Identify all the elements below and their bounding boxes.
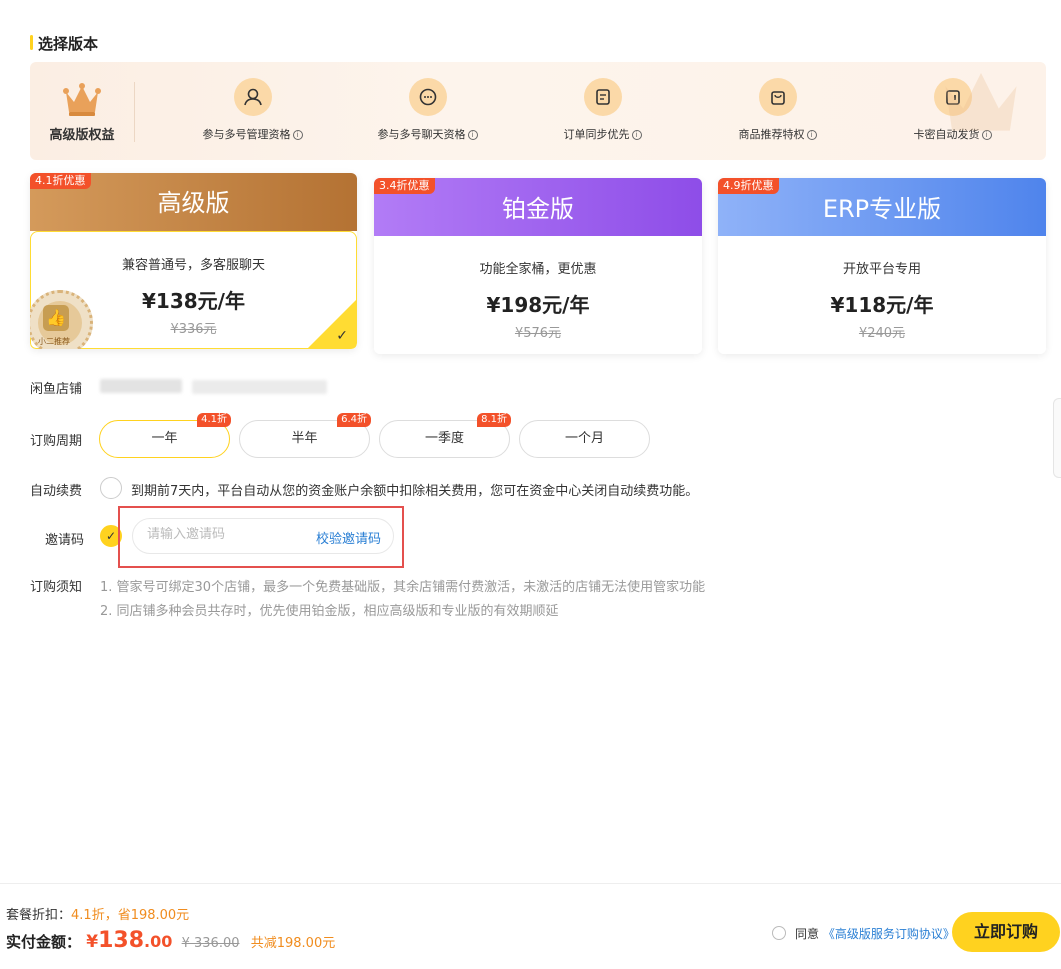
store-label: 闲鱼店铺 — [30, 382, 83, 397]
info-icon[interactable]: i — [467, 130, 478, 140]
store-id-redacted — [192, 380, 327, 394]
notice-line: 1. 管家号可绑定30个店铺，最多一个免费基础版，其余店铺需付费激活，未激活的店… — [100, 580, 706, 595]
plan-price: ¥118元/年 — [830, 293, 934, 317]
benefit-label: 商品推荐特权 — [738, 128, 805, 141]
benefit-item-multi-chat[interactable]: 参与多号聊天资格 i — [340, 78, 515, 148]
auto-renew-toggle[interactable] — [100, 477, 122, 499]
chat-bubble-icon — [408, 78, 447, 116]
users-icon — [233, 78, 272, 116]
plan-desc: 开放平台专用 — [842, 262, 921, 277]
selected-corner — [308, 300, 356, 348]
benefit-label: 参与多号聊天资格 — [377, 128, 466, 141]
discount-value: 4.1折，省198.00元 — [71, 908, 190, 923]
invite-input-wrap: 校验邀请码 — [132, 518, 394, 554]
discount-badge: 4.1折优惠 — [30, 173, 91, 189]
check-icon: ✓ — [336, 328, 348, 344]
order-note-icon — [583, 78, 622, 116]
pay-original: ¥ 336.00 — [181, 936, 240, 951]
notice-label: 订购须知 — [30, 580, 83, 595]
crown-watermark-icon — [945, 72, 1017, 131]
benefit-item-multi-manage[interactable]: 参与多号管理资格 i — [165, 78, 340, 148]
side-drawer-handle[interactable] — [1053, 398, 1061, 478]
pay-label: 实付金额： — [6, 933, 82, 951]
plan-card-platinum[interactable]: 3.4折优惠 铂金版 功能全家桶，更优惠 ¥198元/年 ¥576元 — [374, 178, 702, 354]
shopping-bag-icon — [758, 78, 797, 116]
plan-card-advanced[interactable]: 4.1折优惠 高级版 兼容普通号，多客服聊天 ¥138元/年 ¥336元 👍 小… — [30, 173, 357, 349]
period-option-label: 一季度 — [424, 431, 464, 446]
checkout-bar: 套餐折扣：4.1折，省198.00元 实付金额： ¥138.00 ¥ 336.0… — [0, 883, 1061, 969]
plan-body: 功能全家桶，更优惠 ¥198元/年 ¥576元 — [374, 236, 702, 354]
benefits-head: 高级版权益 — [30, 62, 134, 160]
plan-desc: 兼容普通号，多客服聊天 — [121, 258, 265, 273]
plan-price: ¥198元/年 — [486, 293, 590, 317]
period-label: 订购周期 — [30, 434, 83, 449]
discount-badge: 4.9折优惠 — [718, 178, 779, 194]
invite-highlight-box: 校验邀请码 — [118, 506, 404, 568]
benefit-label: 参与多号管理资格 — [202, 128, 291, 141]
pay-amount-int: 138 — [98, 928, 145, 953]
verify-invite-link[interactable]: 校验邀请码 — [316, 528, 381, 547]
plan-body: 开放平台专用 ¥118元/年 ¥240元 — [718, 236, 1046, 354]
auto-renew-label: 自动续费 — [30, 484, 83, 499]
period-option-quarter[interactable]: 一季度 8.1折 — [379, 413, 511, 458]
info-icon[interactable]: i — [806, 130, 817, 140]
notice-line: 2. 同店铺多种会员共存时，优先使用铂金版，相应高级版和专业版的有效期顺延 — [100, 604, 559, 619]
divider — [134, 82, 135, 142]
benefit-label: 订单同步优先 — [563, 128, 630, 141]
store-name-redacted — [100, 379, 182, 393]
thumbs-up-icon: 👍 — [43, 305, 69, 331]
info-icon[interactable]: i — [292, 130, 303, 140]
period-option-half-year[interactable]: 半年 6.4折 — [239, 413, 371, 458]
pay-currency: ¥ — [86, 932, 99, 952]
benefit-item-recommend[interactable]: 商品推荐特权 i — [690, 78, 865, 148]
plan-original-price: ¥240元 — [858, 326, 906, 341]
period-option-month[interactable]: 一个月 — [519, 420, 650, 458]
period-discount-badge: 8.1折 — [477, 413, 511, 427]
agree-prefix: 同意 — [795, 927, 820, 941]
auto-renew-text: 到期前7天内，平台自动从您的资金账户余额中扣除相关费用，您可在资金中心关闭自动续… — [131, 484, 699, 499]
plan-original-price: ¥576元 — [514, 326, 562, 341]
agree-checkbox[interactable] — [772, 926, 786, 940]
discount-label: 套餐折扣： — [6, 908, 72, 923]
pay-amount-dec: .00 — [144, 932, 173, 951]
plan-desc: 功能全家桶，更优惠 — [479, 262, 597, 277]
benefits-head-label: 高级版权益 — [49, 128, 115, 143]
invite-label: 邀请码 — [45, 533, 85, 548]
period-option-label: 半年 — [291, 431, 318, 446]
agreement-link[interactable]: 《高级版服务订购协议》 — [823, 927, 955, 941]
period-option-label: 一年 — [151, 431, 178, 446]
discount-line: 套餐折扣：4.1折，省198.00元 — [6, 904, 189, 923]
period-discount-badge: 6.4折 — [337, 413, 371, 427]
pay-saving: 共减198.00元 — [250, 936, 336, 951]
buy-now-button[interactable]: 立即订购 — [952, 912, 1060, 952]
benefit-item-order-sync[interactable]: 订单同步优先 i — [515, 78, 690, 148]
discount-badge: 3.4折优惠 — [374, 178, 435, 194]
section-title: 选择版本 — [30, 33, 98, 54]
info-icon[interactable]: i — [631, 130, 642, 140]
seal-text: 小二推荐 — [38, 337, 70, 346]
plan-card-erp[interactable]: 4.9折优惠 ERP专业版 开放平台专用 ¥118元/年 ¥240元 — [718, 178, 1046, 354]
period-discount-badge: 4.1折 — [197, 413, 231, 427]
period-option-year[interactable]: 一年 4.1折 — [99, 413, 231, 458]
crown-icon — [63, 83, 101, 116]
benefits-strip: 高级版权益 参与多号管理资格 i 参与多号聊天资格 i 订单同步优先 i 商品推荐 — [30, 62, 1046, 160]
plan-body: 兼容普通号，多客服聊天 ¥138元/年 ¥336元 👍 小二推荐 ✓ — [30, 231, 357, 349]
page-root: 选择版本 高级版权益 参与多号管理资格 i 参与多号聊天资格 i 订单同步优先 … — [0, 0, 1061, 969]
agree-text: 同意 《高级版服务订购协议》 — [795, 925, 955, 942]
invite-code-input[interactable] — [147, 527, 297, 542]
period-option-label: 一个月 — [564, 431, 604, 446]
pay-line: 实付金额： ¥138.00 ¥ 336.00 共减198.00元 — [6, 928, 335, 953]
